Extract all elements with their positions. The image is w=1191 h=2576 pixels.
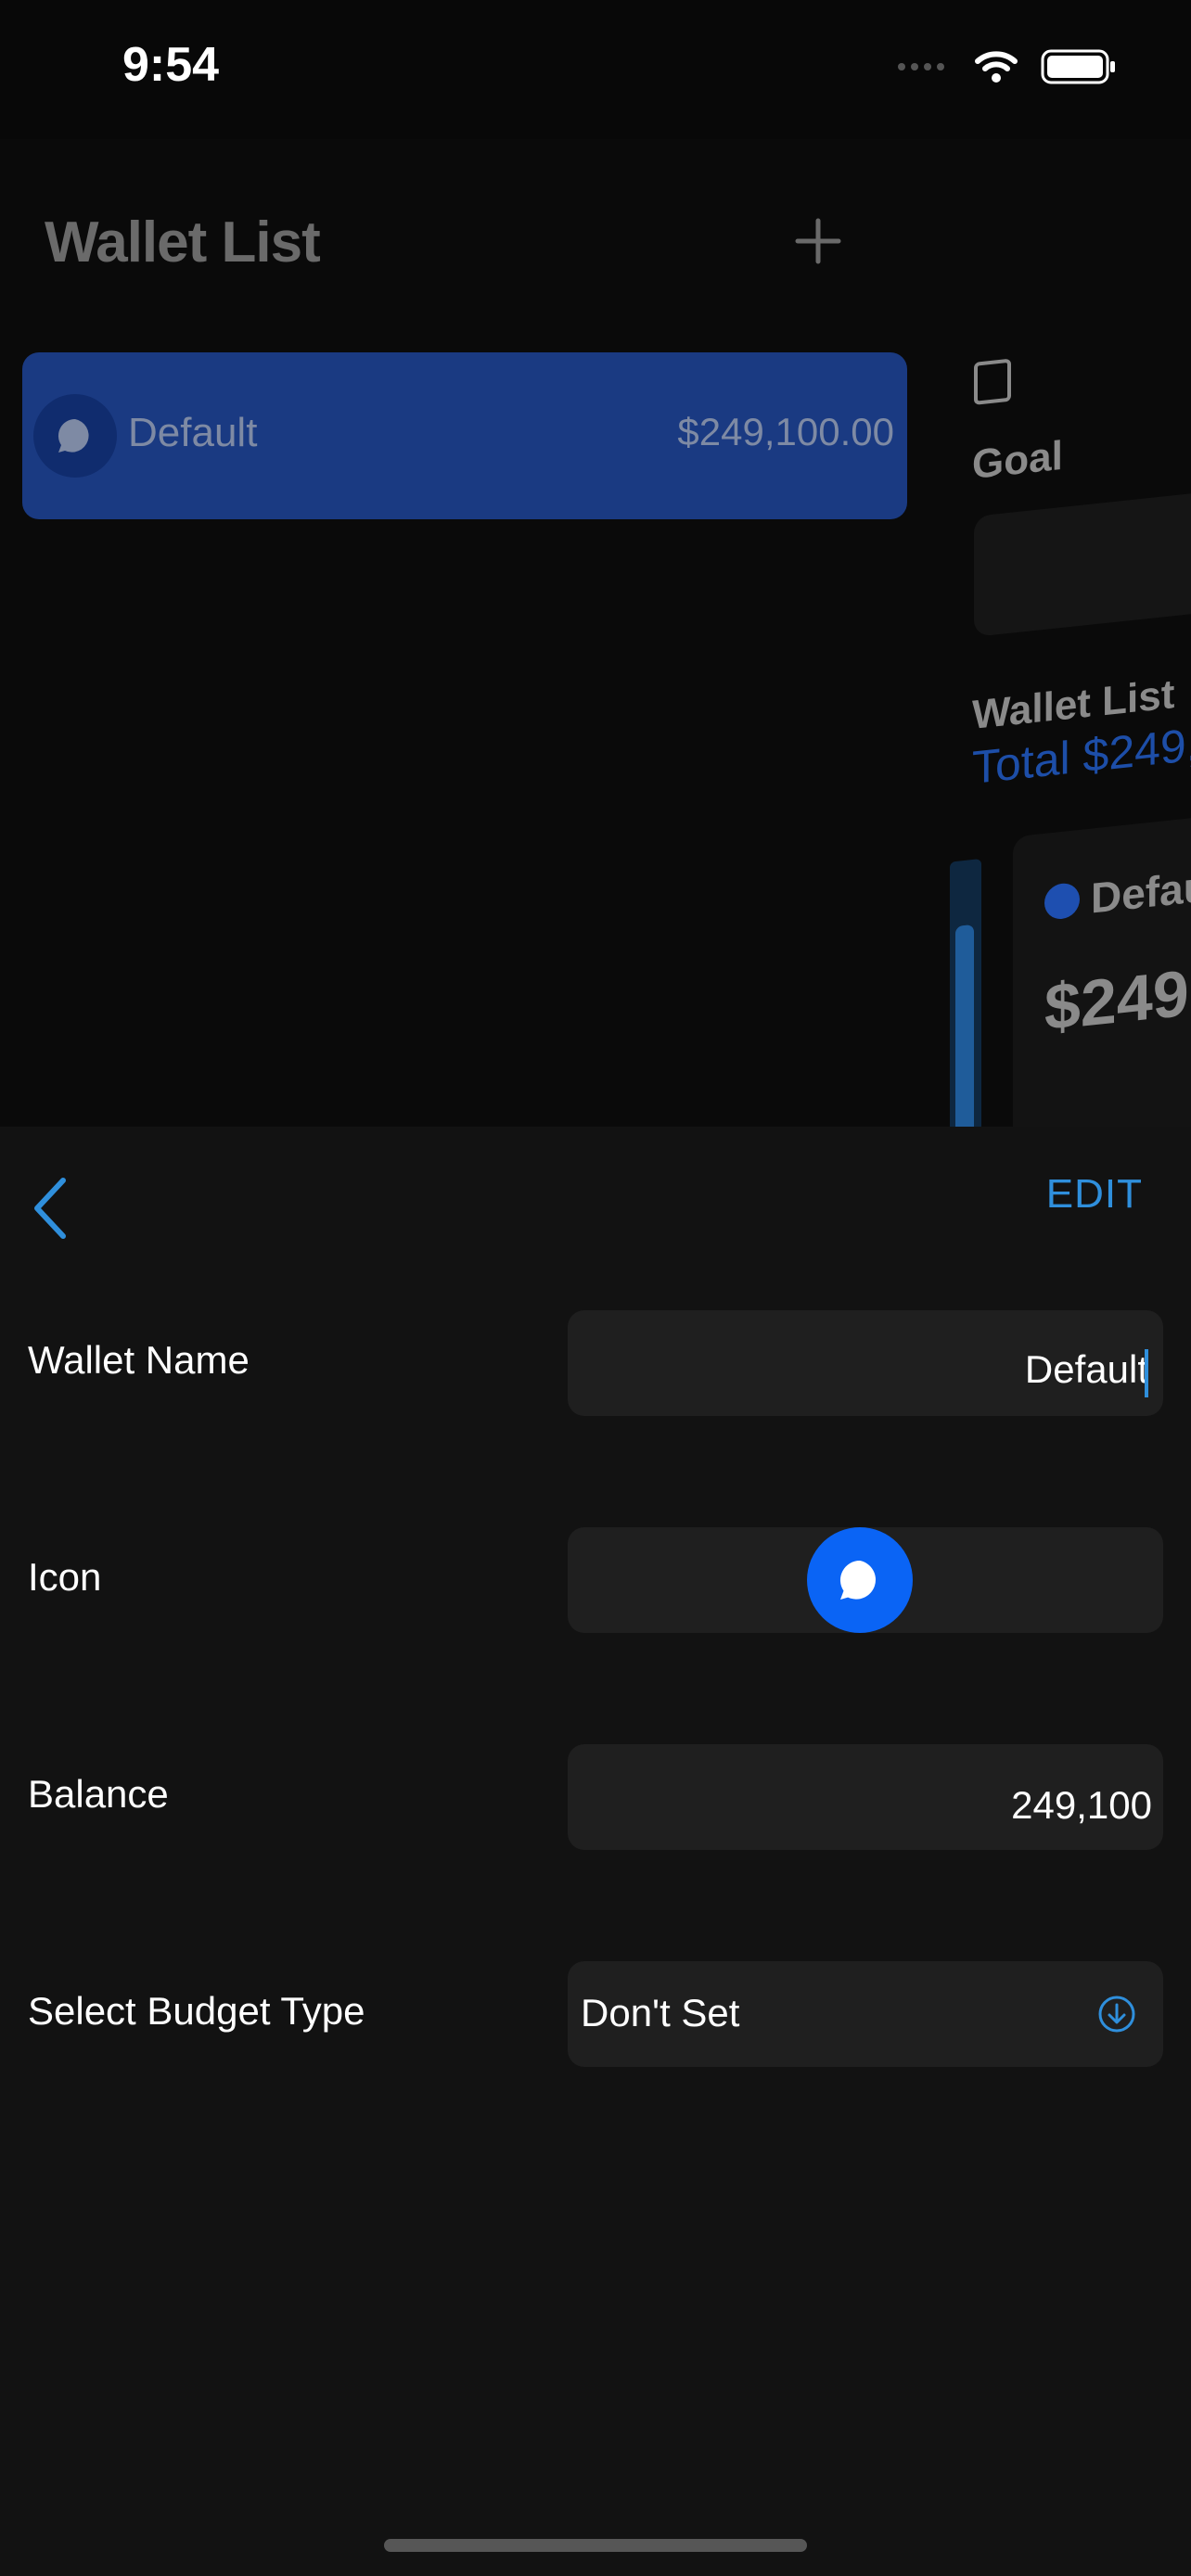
wallet-name-value: Default bbox=[1024, 1347, 1148, 1391]
peek-wallet-amount: $249,1 bbox=[1044, 950, 1191, 1044]
home-indicator[interactable] bbox=[384, 2539, 807, 2552]
background-wallet-name: Default bbox=[128, 410, 258, 455]
plus-icon bbox=[795, 218, 841, 264]
peek-goal-label: Goal bbox=[972, 432, 1063, 489]
text-caret bbox=[1145, 1349, 1148, 1397]
edit-button[interactable]: EDIT bbox=[1046, 1171, 1143, 1218]
budget-type-value: Don't Set bbox=[581, 1991, 740, 2034]
budget-type-select[interactable]: Don't Set bbox=[568, 1961, 1163, 2067]
balance-label: Balance bbox=[28, 1772, 169, 1816]
budget-type-row: Select Budget Type Don't Set bbox=[0, 1961, 1191, 2067]
wifi-icon bbox=[975, 51, 1018, 83]
background-wallet-row: Default $249,100.00 bbox=[22, 352, 907, 519]
background-title: Wallet List bbox=[45, 210, 321, 274]
status-time: 9:54 bbox=[122, 38, 220, 92]
wallet-detail-sheet: EDIT Wallet Name Default Icon Balance 24… bbox=[0, 1127, 1191, 2576]
balance-field[interactable]: 249,100 bbox=[568, 1744, 1163, 1850]
balance-row: Balance 249,100 bbox=[0, 1744, 1191, 1850]
background-peek-screen: Goal Wallet List Total $249,10 Default $… bbox=[946, 313, 1191, 1127]
peek-goal-card bbox=[974, 487, 1191, 637]
chat-bubble-icon bbox=[1044, 881, 1080, 921]
wallet-name-label: Wallet Name bbox=[28, 1338, 250, 1382]
background-wallet-list-screen: Wallet List Default $249,100.00 Goal Wal… bbox=[0, 139, 1191, 1127]
wallet-name-row: Wallet Name Default bbox=[0, 1310, 1191, 1416]
peek-wallet-name: Default bbox=[1091, 859, 1191, 923]
budget-type-label: Select Budget Type bbox=[28, 1989, 365, 2033]
icon-field[interactable] bbox=[568, 1527, 1163, 1633]
signal-icon bbox=[898, 63, 944, 70]
peek-bar-fill bbox=[955, 924, 974, 1127]
circle-arrow-down-icon bbox=[1098, 1996, 1135, 2033]
chat-bubble-icon[interactable] bbox=[807, 1527, 913, 1633]
icon-row: Icon bbox=[0, 1527, 1191, 1633]
background-wallet-amount: $249,100.00 bbox=[677, 410, 894, 453]
wallet-name-field[interactable]: Default bbox=[568, 1310, 1163, 1416]
wallet-card-icon bbox=[974, 358, 1011, 405]
chevron-left-icon[interactable] bbox=[28, 1171, 74, 1245]
status-bar: 9:54 bbox=[0, 0, 1191, 139]
icon-label: Icon bbox=[28, 1555, 102, 1599]
peek-wallet-card: Default $249,1 bbox=[1013, 807, 1191, 1127]
chat-bubble-icon bbox=[33, 394, 117, 478]
balance-value: 249,100 bbox=[1011, 1783, 1152, 1827]
battery-icon bbox=[1041, 49, 1115, 84]
status-icons bbox=[896, 45, 1117, 89]
